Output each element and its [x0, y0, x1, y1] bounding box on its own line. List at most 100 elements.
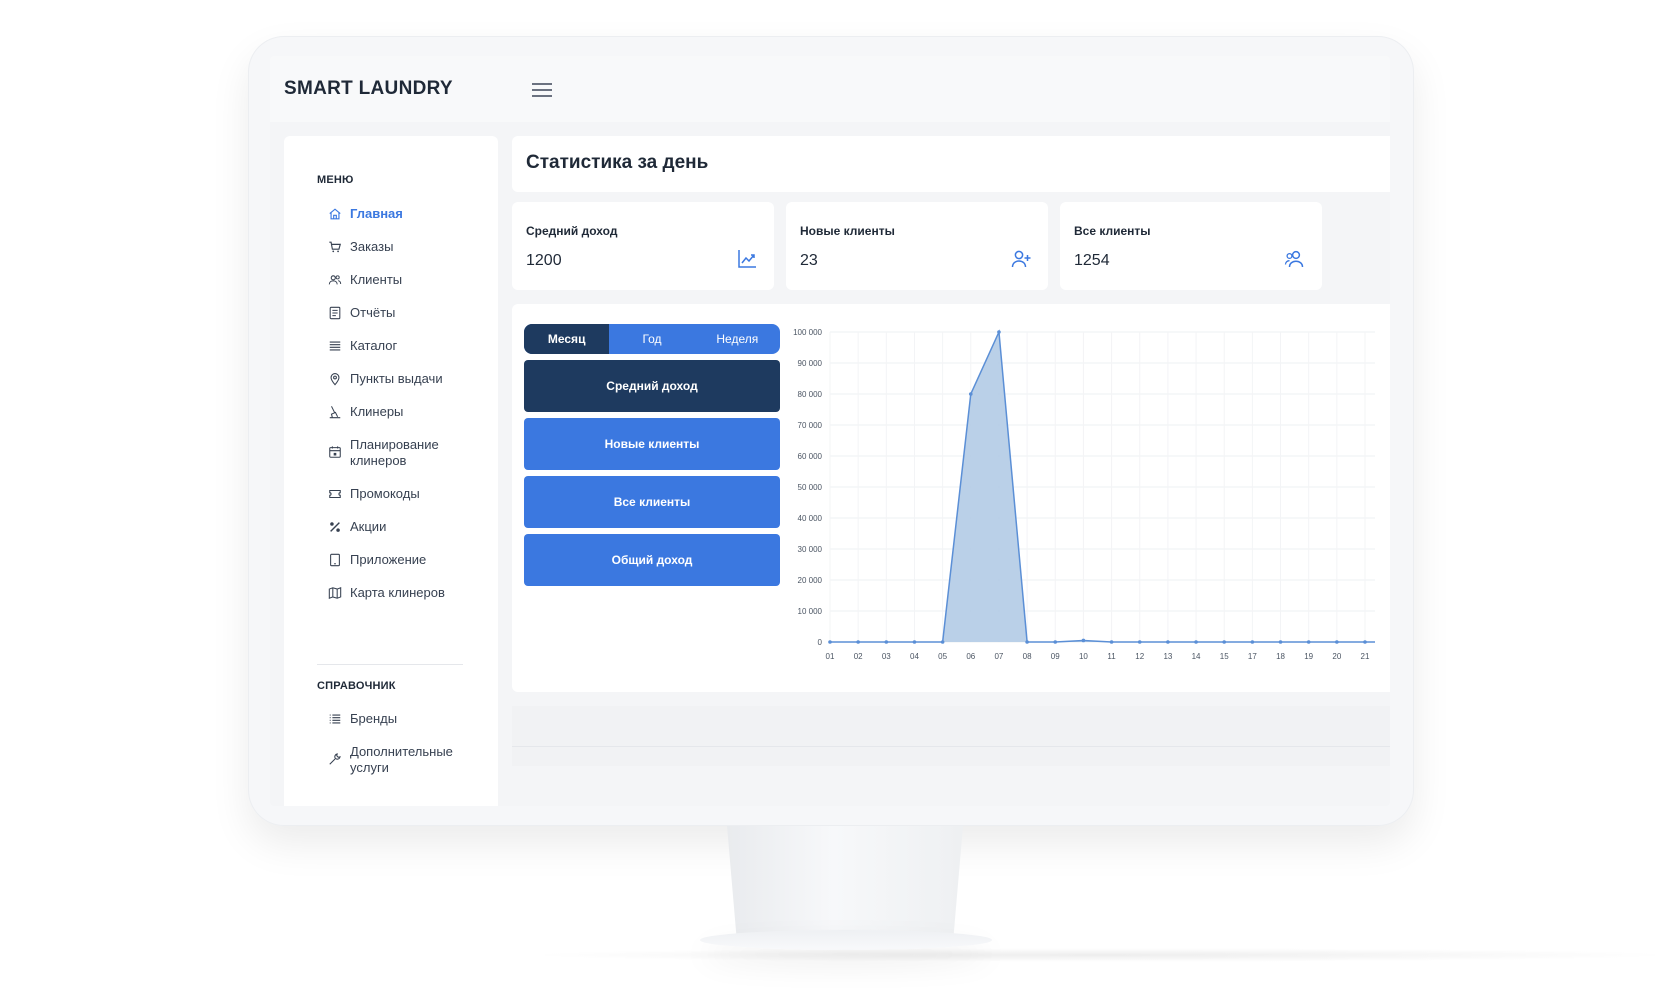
app-logo: SMART LAUNDRY	[284, 78, 453, 99]
data-point	[1109, 640, 1114, 644]
data-point	[940, 640, 945, 644]
chart-up-icon	[736, 248, 758, 270]
avg-income-button[interactable]: Средний доход	[524, 360, 780, 412]
stat-value: 1254	[1074, 252, 1110, 269]
sidebar-item-app[interactable]: Приложение	[328, 552, 478, 568]
stat-value: 23	[800, 252, 818, 269]
total-income-button[interactable]: Общий доход	[524, 534, 780, 586]
x-tick-label: 12	[1135, 652, 1144, 661]
stat-label: Новые клиенты	[800, 224, 895, 238]
y-tick-label: 40 000	[798, 514, 823, 523]
y-tick-label: 90 000	[798, 359, 823, 368]
users-icon	[1284, 248, 1306, 270]
sidebar-item-pickup-points[interactable]: Пункты выдачи	[328, 371, 478, 387]
sidebar-item-orders[interactable]: Заказы	[328, 239, 478, 255]
data-point	[1025, 640, 1029, 644]
data-point	[1137, 640, 1142, 644]
menu-heading: МЕНЮ	[317, 174, 354, 186]
tab-year[interactable]: Год	[609, 324, 694, 354]
sidebar-item-extra-services[interactable]: Дополнительные услуги	[328, 744, 478, 776]
map-icon	[328, 586, 342, 600]
sidebar-item-cleaners[interactable]: Клинеры	[328, 404, 478, 420]
sidebar-item-label: Дополнительные услуги	[350, 744, 453, 775]
x-tick-label: 08	[1023, 652, 1032, 661]
sidebar-item-home[interactable]: Главная	[328, 206, 478, 222]
sidebar-item-cleaner-planning[interactable]: Планирование клинеров	[328, 437, 478, 469]
data-point	[1306, 640, 1311, 644]
data-point	[1166, 640, 1170, 644]
all-clients-button[interactable]: Все клиенты	[524, 476, 780, 528]
new-clients-button[interactable]: Новые клиенты	[524, 418, 780, 470]
sidebar-item-cleaner-map[interactable]: Карта клинеров	[328, 585, 478, 601]
bottom-divider	[512, 746, 1390, 747]
stat-label: Средний доход	[526, 224, 618, 238]
sidebar-item-label: Заказы	[350, 239, 394, 254]
y-tick-label: 80 000	[798, 390, 823, 399]
sidebar-item-brands[interactable]: Бренды	[328, 711, 478, 727]
data-point	[1335, 640, 1339, 644]
stat-value: 1200	[526, 252, 562, 269]
data-point	[884, 640, 889, 644]
period-selector: Месяц Год Неделя	[524, 324, 780, 354]
hamburger-menu-icon[interactable]	[532, 82, 554, 98]
monitor-stand	[727, 826, 963, 936]
tab-week[interactable]: Неделя	[695, 324, 780, 354]
report-icon	[328, 306, 342, 320]
stat-card-new-clients: Новые клиенты 23	[786, 202, 1048, 290]
sidebar-item-label: Главная	[350, 206, 403, 221]
sidebar-item-promotions[interactable]: Акции	[328, 519, 478, 535]
reference-heading: СПРАВОЧНИК	[317, 680, 396, 692]
sidebar-item-reports[interactable]: Отчёты	[328, 305, 478, 321]
data-point	[1053, 640, 1058, 644]
x-tick-label: 20	[1332, 652, 1341, 661]
x-tick-label: 02	[854, 652, 863, 661]
sidebar-item-label: Клиенты	[350, 272, 403, 287]
map-pin-icon	[328, 372, 342, 386]
sidebar-item-label: Карта клинеров	[350, 585, 445, 600]
x-tick-label: 07	[994, 652, 1003, 661]
y-tick-label: 30 000	[798, 545, 823, 554]
data-point	[1194, 640, 1198, 644]
x-tick-label: 03	[882, 652, 891, 661]
x-tick-label: 13	[1163, 652, 1172, 661]
x-tick-label: 11	[1107, 652, 1116, 661]
chart-panel: Месяц Год Неделя Средний доход Новые кли…	[512, 304, 1390, 692]
tab-month[interactable]: Месяц	[524, 324, 610, 354]
data-point	[1222, 640, 1227, 644]
x-tick-label: 04	[910, 652, 919, 661]
sidebar-item-label: Клинеры	[350, 404, 404, 419]
monitor-base	[700, 930, 992, 950]
y-tick-label: 50 000	[798, 483, 823, 492]
y-tick-label: 60 000	[798, 452, 823, 461]
sidebar-item-clients[interactable]: Клиенты	[328, 272, 478, 288]
y-tick-label: 0	[818, 638, 823, 647]
percent-icon	[328, 520, 342, 534]
data-point	[997, 330, 1001, 334]
cart-icon	[328, 240, 342, 254]
data-point	[1250, 640, 1255, 644]
x-tick-label: 06	[966, 652, 975, 661]
area-chart: 0 10 000 20 000 30 000 40 000 50 000 60 000 70 …	[793, 328, 1375, 661]
x-tick-label: 19	[1304, 652, 1313, 661]
x-tick-label: 14	[1192, 652, 1201, 661]
top-bar: SMART LAUNDRY	[270, 56, 1390, 122]
wrench-icon	[328, 752, 342, 766]
user-plus-icon	[1010, 248, 1032, 270]
page-title: Статистика за день	[526, 152, 709, 173]
ticket-icon	[328, 487, 342, 501]
x-tick-label: 09	[1051, 652, 1060, 661]
stat-label: Все клиенты	[1074, 224, 1151, 238]
sidebar-item-label: Отчёты	[350, 305, 396, 320]
sidebar-item-promocodes[interactable]: Промокоды	[328, 486, 478, 502]
stat-card-all-clients: Все клиенты 1254	[1060, 202, 1322, 290]
sidebar-item-catalog[interactable]: Каталог	[328, 338, 478, 354]
tablet-icon	[328, 553, 342, 567]
sidebar-item-label: Бренды	[350, 711, 398, 726]
sidebar-item-label: Каталог	[350, 338, 398, 353]
calendar-icon	[328, 445, 342, 459]
data-point	[912, 640, 917, 644]
bullet-list-icon	[328, 712, 342, 726]
list-icon	[328, 339, 342, 353]
sidebar-item-label: Пункты выдачи	[350, 371, 443, 386]
x-tick-label: 17	[1248, 652, 1257, 661]
